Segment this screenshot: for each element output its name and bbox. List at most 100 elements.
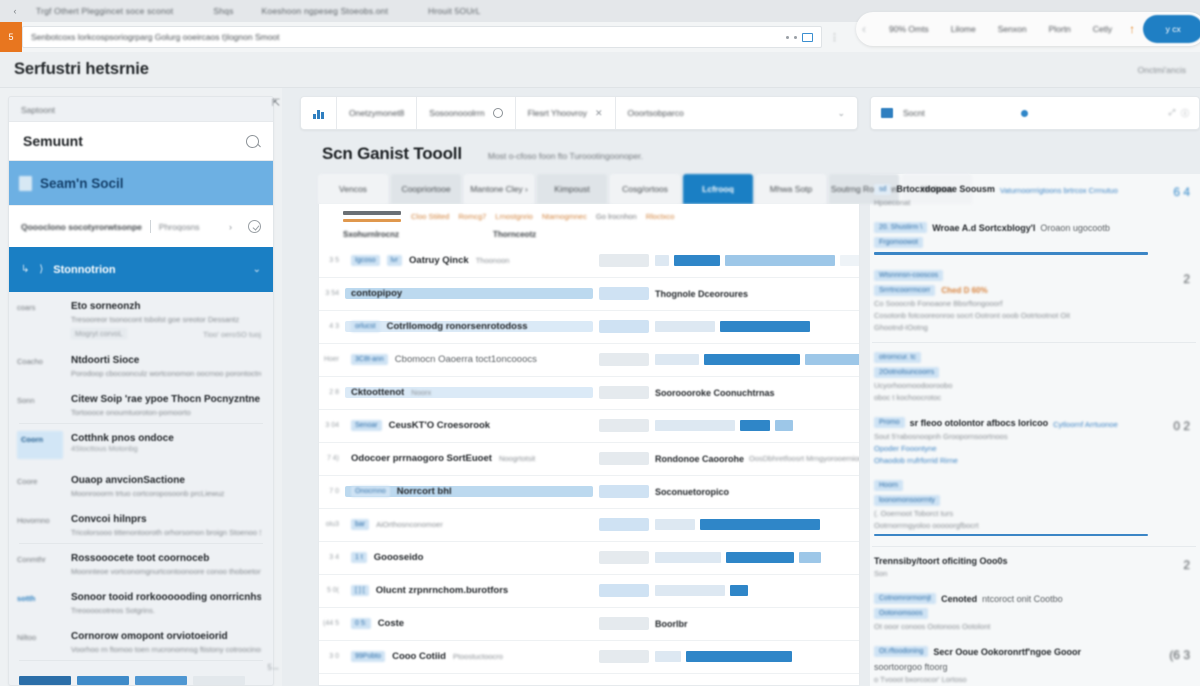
sidebar-list-item[interactable]: coars Eto sorneonzh Tresooreor tsonocont t… [9, 292, 273, 346]
close-icon[interactable]: ✕ [595, 108, 603, 119]
activity-chip[interactable]: 20. Shustirm \ [874, 222, 928, 233]
chevron-right-icon[interactable]: › [229, 222, 232, 232]
table-row[interactable]: Hoer 3C8t-ann Cbomocn Oaoerra toct1oncoooc… [319, 344, 859, 377]
table-row[interactable]: 3 54 contopipoy Thognole Dceoroures [319, 278, 859, 311]
table-row[interactable]: 3 5 Igcoso lvr Oatruy Qinck Thoonoon [319, 245, 859, 278]
table-row[interactable]: 3 0 99Pobto Cooo Cotiid Ptoostuctoocro [319, 641, 859, 674]
activity-chip[interactable]: otrorncur. tc [874, 351, 921, 363]
toolbar-segment-4[interactable]: Ooortsobparco ⌄ [616, 97, 858, 129]
tab-active[interactable]: Lcfrooq [683, 174, 753, 204]
upload-arrow-icon[interactable]: ↑ [1123, 22, 1141, 36]
sidebar-search-row[interactable]: Semuunt [9, 121, 273, 161]
search-icon[interactable] [246, 134, 259, 148]
top-nav-cta-button[interactable]: y cx [1143, 15, 1200, 43]
row-mid-chip [599, 419, 649, 432]
activity-entry[interactable]: 20. Shustirm \ Wroae A.d Sortcxblogy'l Oro… [872, 215, 1196, 263]
activity-chip[interactable]: Hoorn [874, 479, 904, 491]
tab-item[interactable]: Vencos [318, 174, 388, 204]
window-icon[interactable] [802, 32, 813, 42]
tab-item[interactable]: Mantone Cley › [464, 174, 534, 204]
table-row[interactable]: 2 8 Cktoottenot Noorx Sooroooroke Coonuchtr… [319, 377, 859, 410]
tab-item[interactable]: Mhwa Sotp [756, 174, 826, 204]
activity-entry[interactable]: Cotnomrormomjt Cenoted ntcoroct onit Cootb… [872, 586, 1196, 639]
chevron-down-icon[interactable]: ⌄ [253, 264, 261, 275]
activity-entry[interactable]: Ot.rftoodoning Secr Ooue Ookoronrtf'ngoe … [872, 639, 1196, 686]
gear-icon[interactable] [492, 108, 503, 118]
activity-entry[interactable]: otrorncur. tc 2Ootnolsuncoorrs Ucyorhoomoo… [872, 345, 1196, 410]
activity-chip[interactable]: Cotnomrormomjt [874, 593, 937, 604]
chevron-left-icon[interactable]: ‹ [862, 22, 866, 36]
table-row[interactable]: 7 4) Odocoer prrnaogoro SortEuoet Noogrtot… [319, 443, 859, 476]
toolbar-segment-3[interactable]: Flesrt Yhoovroy ✕ [516, 97, 616, 129]
top-nav-item[interactable]: Cetly [1082, 24, 1123, 34]
table-row[interactable]: 3 4 1 t Goooseido [319, 542, 859, 575]
activity-link[interactable]: Ohaodob rrufrforrid Rirne [874, 456, 1148, 465]
sidebar-item-title: Rossooocete toot coornoceb [71, 553, 210, 564]
row-index: 7 0 [329, 488, 339, 495]
sidebar-list-item[interactable]: Niltoo Cornorow omopont orviotoeiorid Voor… [9, 622, 273, 661]
activity-chip[interactable]: Ot.rftoodoning [874, 646, 929, 657]
activity-chip[interactable]: Frgomoowot [874, 237, 923, 248]
sidebar-list-item[interactable]: Coacho Ntdoorti Sioce Porodoop cbocoonculz… [9, 346, 273, 385]
sidebar-list-item[interactable]: sotth Sonoor tooid rorkoooooding onorricn… [9, 583, 273, 622]
activity-entry[interactable]: Promo sr fleoo otolontor afbocs loricoo Cy… [872, 410, 1196, 473]
help-icon[interactable] [248, 220, 261, 233]
activity-entry[interactable]: Wtsnnnsn-cooscos Srrrtncoorrmcorr Ched D 6… [872, 263, 1196, 340]
activity-chip[interactable]: Srrrtncoorrmcorr [874, 284, 936, 296]
top-nav-item[interactable]: Senxon [987, 24, 1038, 34]
activity-entry[interactable]: Trennsiby/toort oficiting Ooo0s Son 2 [872, 549, 1196, 586]
sidebar-highlight-item[interactable]: Seam'n Socil [9, 161, 273, 205]
expand-icon[interactable]: ⤢ [1169, 108, 1175, 119]
filter-link[interactable]: Cloo Stiited [411, 212, 449, 221]
tab-item[interactable]: Kimpoust [537, 174, 607, 204]
top-nav-item[interactable]: Lilome [940, 24, 987, 34]
toolbar-segment-1[interactable]: Onetzymonet8 [337, 97, 418, 129]
activity-chip[interactable]: loonomonsoorrnty [874, 494, 941, 506]
sidebar-list-item[interactable]: Sonn Citew Soip 'rae ypoe Thocn Pocnyzntn… [9, 385, 273, 424]
activity-link[interactable]: Opoder Fooontyne [874, 444, 1148, 453]
table-row[interactable]: 4 3 orlucst Cotrllomodg ronorsenrotodoss [319, 311, 859, 344]
filter-link[interactable]: Ntarnogmnec [542, 212, 587, 221]
info-icon[interactable]: ⓘ [1181, 108, 1189, 119]
sidebar-resize-icon[interactable]: 5↔ [268, 663, 280, 672]
tab-item[interactable]: Cosg/ortoos [610, 174, 680, 204]
browser-back-icon[interactable]: ‹ [8, 6, 22, 16]
browser-tab[interactable]: Hrouit 5OUrL [414, 6, 494, 16]
activity-chip[interactable]: Promo [874, 417, 905, 428]
sidebar-list-item[interactable]: Coorn Cotthnk pnos ondoce 4Stocttous Moton… [9, 424, 273, 466]
browser-tab[interactable]: Koeshoon ngpeseg Stoeobs.ont [248, 6, 415, 16]
browser-menu-icon[interactable]: ⋮ [830, 32, 839, 43]
table-row[interactable]: olu3 bar AiOrthosnconomoer [319, 509, 859, 542]
activity-chip[interactable]: 2Ootnolsuncoorrs [874, 366, 940, 378]
table-row[interactable]: 7 0 Onocrnno Norrcort bhl Soconuetoropico [319, 476, 859, 509]
activity-entry[interactable]: sd Brtocxdopoae Soousm Vaturnoorrrigtoons … [872, 176, 1196, 215]
table-row[interactable]: (44 5 0 5: Coste Boorlbr [319, 608, 859, 641]
secondary-toolbar-icons[interactable]: ⤢ ⓘ [1169, 108, 1189, 119]
filter-link[interactable]: Lrnostgnrio [495, 212, 533, 221]
sidebar-list-item[interactable]: Coore Ouaop anvcionSactione Moonrooorm trt… [9, 466, 273, 505]
activity-link[interactable]: Cytloornf Arrtuonoe [1053, 420, 1118, 429]
sidebar-item-title: Cotthnk pnos ondoce [71, 433, 174, 444]
toolbar-segment-2[interactable]: Sosoonooolrrn [417, 97, 516, 129]
chevron-down-icon[interactable]: ⌄ [837, 108, 845, 119]
filter-link[interactable]: Rloctxco [646, 212, 675, 221]
filter-link[interactable]: Go lrocnhon [596, 212, 637, 221]
browser-tab[interactable]: Shqs [199, 6, 247, 16]
top-nav-item[interactable]: Plortn [1038, 24, 1082, 34]
activity-entry[interactable]: Hoorn loonomonsoorrnty (. Ooernoot Toborct… [872, 473, 1196, 545]
tab-item[interactable]: Coopriortooe [391, 174, 461, 204]
sidebar-list-item[interactable]: Conmthr Rossooocete toot coornoceb Moonnte… [9, 544, 273, 583]
table-row[interactable]: 3 04 Senoar CeusKT'O Croesorook [319, 410, 859, 443]
top-nav-item[interactable]: 90% Omts [878, 24, 940, 34]
toolbar-icon-segment[interactable] [301, 97, 337, 129]
activity-chip[interactable]: Ootonomsoos [874, 608, 928, 619]
sidebar-meta-row[interactable]: Qoooclono socotyrorwtsonpe Phroqosns › [9, 205, 273, 247]
sidebar-list-item[interactable]: Hovornno Convcoi hilnprs Tricolorsooo titt… [9, 505, 273, 544]
address-input[interactable]: Senbotcoxs lorkcospsoriogrparg Golurg oo… [22, 26, 822, 48]
table-row[interactable]: 5 0([ ] [Olucnt zrpnrnchom.burotfors [319, 575, 859, 608]
sidebar-item-selected[interactable]: ↳ ⟩ Stonnotrion ⌄ [9, 247, 273, 292]
browser-tab[interactable]: Trgf Othert Pleggincet soce sconot [22, 6, 199, 16]
activity-chip[interactable]: Wtsnnnsn-cooscos [874, 269, 944, 281]
filter-link[interactable]: Romcg7 [458, 212, 486, 221]
activity-link[interactable]: Vaturnoorrrigtoons brtrcox Crrnutuo [1000, 186, 1118, 195]
